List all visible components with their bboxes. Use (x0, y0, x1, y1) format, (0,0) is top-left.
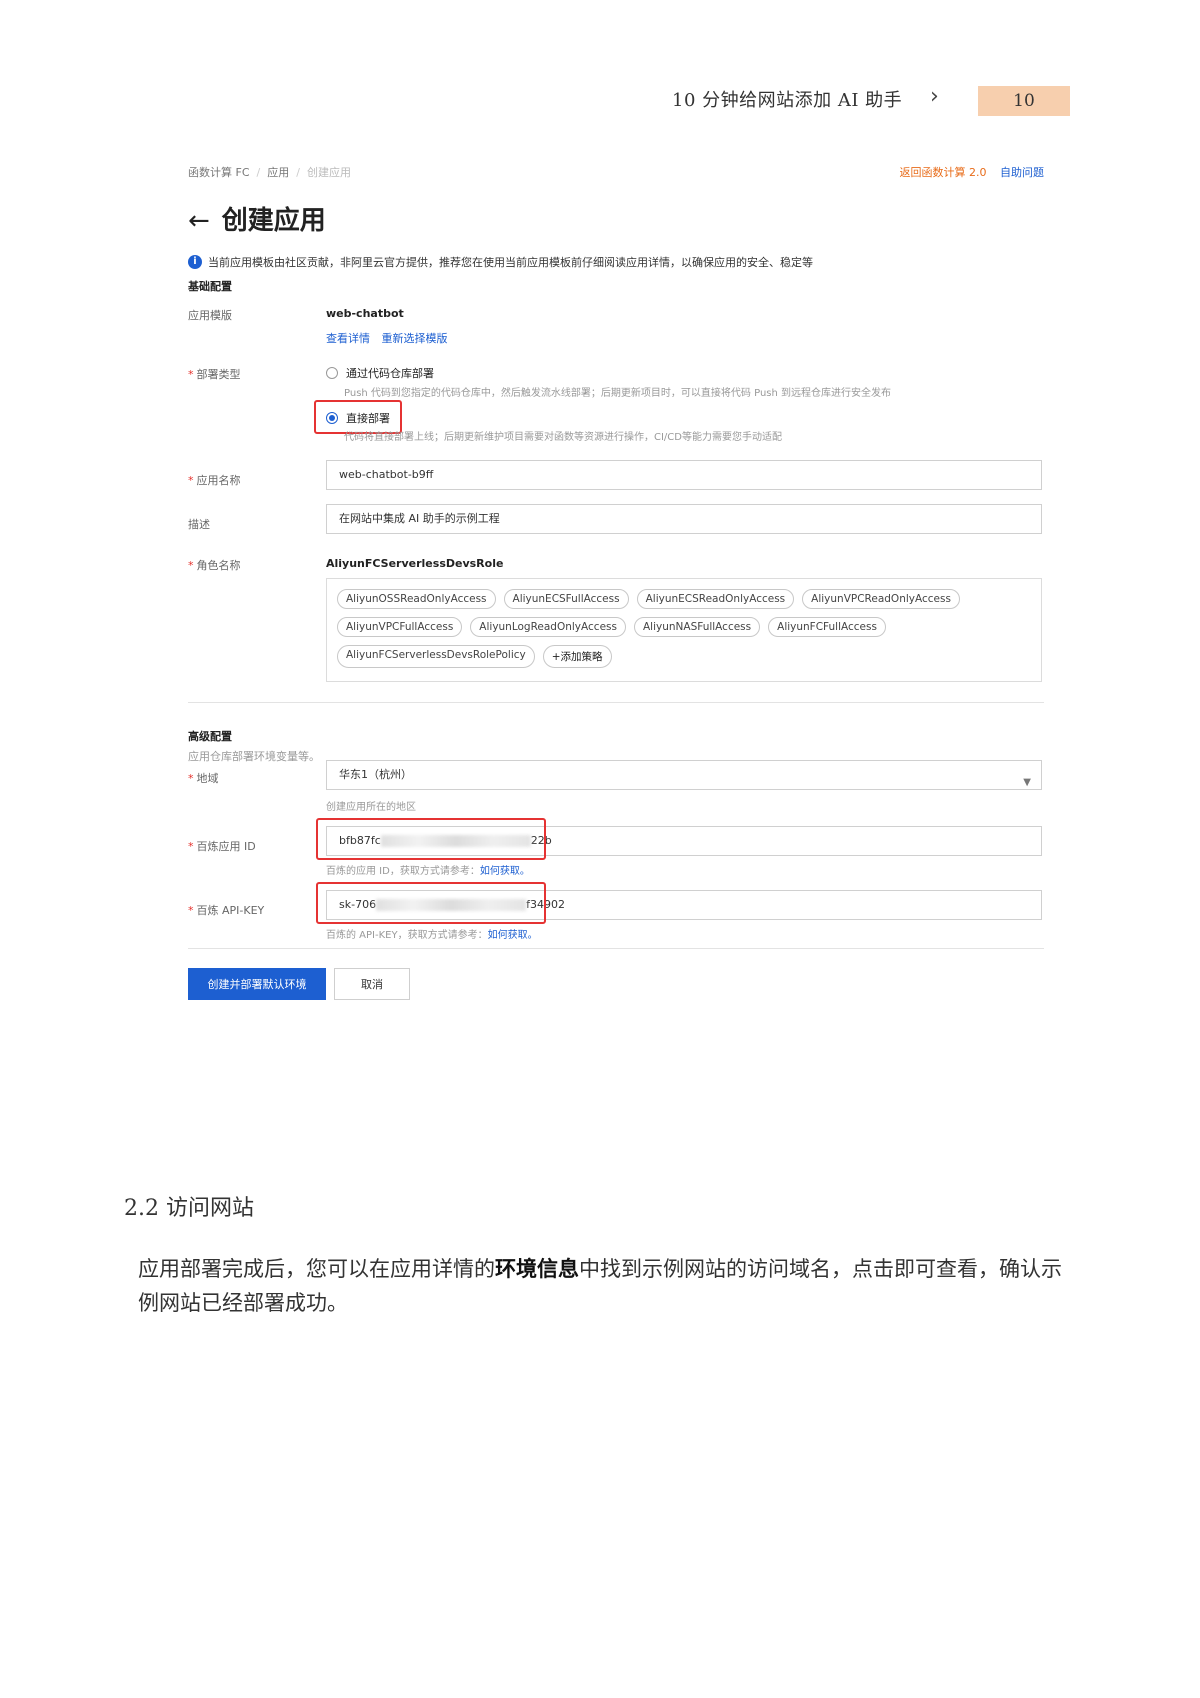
bailian-id-hint: 百炼的应用 ID，获取方式请参考：如何获取。 (326, 866, 530, 877)
how-to-get-id-link[interactable]: 如何获取。 (480, 866, 530, 877)
highlight-box-bailian-id (316, 818, 546, 860)
template-value: web-chatbot (326, 307, 404, 320)
desc-input[interactable]: 在网站中集成 AI 助手的示例工程 (326, 504, 1042, 534)
reselect-template-link[interactable]: 重新选择模版 (382, 332, 448, 345)
bailian-id-label: * 百炼应用 ID (188, 840, 256, 853)
policy-tag: AliyunVPCFullAccess (337, 617, 463, 637)
env-info-bold: 环境信息 (495, 1256, 579, 1281)
breadcrumb-separator: / (256, 166, 261, 179)
notice-text: 当前应用模板由社区贡献，非阿里云官方提供，推荐您在使用当前应用模板前仔细阅读应用… (208, 256, 813, 269)
api-key-hint: 百炼的 API-KEY，获取方式请参考：如何获取。 (326, 930, 538, 941)
breadcrumb-item-fc[interactable]: 函数计算 FC (188, 166, 250, 179)
community-notice: i 当前应用模板由社区贡献，非阿里云官方提供，推荐您在使用当前应用模板前仔细阅读… (188, 254, 813, 270)
form-footer-divider (188, 948, 1044, 949)
breadcrumb-item-current: 创建应用 (306, 166, 351, 179)
chevron-right-icon: › (930, 84, 939, 109)
policy-tag: AliyunECSReadOnlyAccess (636, 589, 795, 609)
basic-config-title: 基础配置 (188, 280, 232, 293)
deploy-option-repo-label: 通过代码仓库部署 (346, 367, 434, 380)
create-and-deploy-button[interactable]: 创建并部署默认环境 (188, 968, 326, 1000)
policy-list: AliyunOSSReadOnlyAccess AliyunECSFullAcc… (326, 578, 1042, 682)
template-links: 查看详情 重新选择模版 (326, 330, 456, 346)
breadcrumb: 函数计算 FC / 应用 / 创建应用 (188, 164, 351, 180)
policy-tag: AliyunLogReadOnlyAccess (470, 617, 626, 637)
role-value: AliyunFCServerlessDevsRole (326, 557, 504, 570)
deploy-type-label: * 部署类型 (188, 368, 241, 381)
region-select[interactable]: 华东1（杭州） ▼ (326, 760, 1042, 790)
doc-title: 10 分钟给网站添加 AI 助手 (672, 90, 903, 111)
back-arrow-icon[interactable]: ← (188, 206, 210, 236)
deploy-option-direct-hint: 代码将直接部署上线；后期更新维护项目需要对函数等资源进行操作，CI/CD等能力需… (344, 432, 782, 443)
policy-tag: AliyunFCFullAccess (768, 617, 886, 637)
policy-tag: AliyunOSSReadOnlyAccess (337, 589, 496, 609)
view-detail-link[interactable]: 查看详情 (326, 332, 370, 345)
cancel-button[interactable]: 取消 (334, 968, 410, 1000)
region-hint: 创建应用所在的地区 (326, 802, 416, 813)
add-policy-button[interactable]: +添加策略 (542, 645, 612, 668)
deploy-option-repo-hint: Push 代码到您指定的代码仓库中，然后触发流水线部署；后期更新项目时，可以直接… (344, 388, 892, 399)
region-label: * 地域 (188, 772, 219, 785)
region-value: 华东1（杭州） (339, 768, 412, 781)
breadcrumb-separator: / (296, 166, 300, 179)
top-links: 返回函数计算 2.0 自助问题 (900, 164, 1045, 180)
desc-label: 描述 (188, 518, 210, 531)
role-label: * 角色名称 (188, 559, 241, 572)
policy-tag: AliyunECSFullAccess (503, 589, 629, 609)
app-name-input[interactable]: web-chatbot-b9ff (326, 460, 1042, 490)
policy-tag: AliyunFCServerlessDevsRolePolicy (337, 645, 535, 668)
page-header: 10 分钟给网站添加 AI 助手 › 10 (0, 0, 1200, 130)
breadcrumb-item-app[interactable]: 应用 (267, 166, 289, 179)
deploy-option-repo[interactable]: 通过代码仓库部署 (326, 365, 434, 381)
advanced-hint: 应用仓库部署环境变量等。 (188, 750, 320, 763)
template-label: 应用模版 (188, 309, 232, 322)
radio-repo[interactable] (326, 367, 338, 379)
policy-tag: AliyunVPCReadOnlyAccess (802, 589, 960, 609)
help-link[interactable]: 自助问题 (1000, 166, 1044, 179)
section-divider (188, 702, 1044, 703)
app-name-label: * 应用名称 (188, 474, 241, 487)
page-title-text: 创建应用 (221, 206, 326, 236)
chevron-down-icon: ▼ (1023, 777, 1031, 788)
info-icon: i (188, 255, 202, 269)
section-heading: 2.2 访问网站 (124, 1196, 254, 1221)
api-key-label: * 百炼 API-KEY (188, 904, 265, 917)
how-to-get-key-link[interactable]: 如何获取。 (488, 930, 538, 941)
page-title: ← 创建应用 (188, 200, 326, 237)
highlight-box-api-key (316, 882, 546, 924)
back-to-fc2-link[interactable]: 返回函数计算 2.0 (900, 166, 987, 179)
section-paragraph: 应用部署完成后，您可以在应用详情的环境信息中找到示例网站的访问域名，点击即可查看… (138, 1256, 1062, 1315)
console-screenshot: 函数计算 FC / 应用 / 创建应用 返回函数计算 2.0 自助问题 ← 创建应用 i … (188, 150, 1044, 1080)
policy-tag: AliyunNASFullAccess (633, 617, 761, 637)
advanced-config-title: 高级配置 (188, 730, 232, 743)
page-number: 10 (978, 86, 1070, 116)
